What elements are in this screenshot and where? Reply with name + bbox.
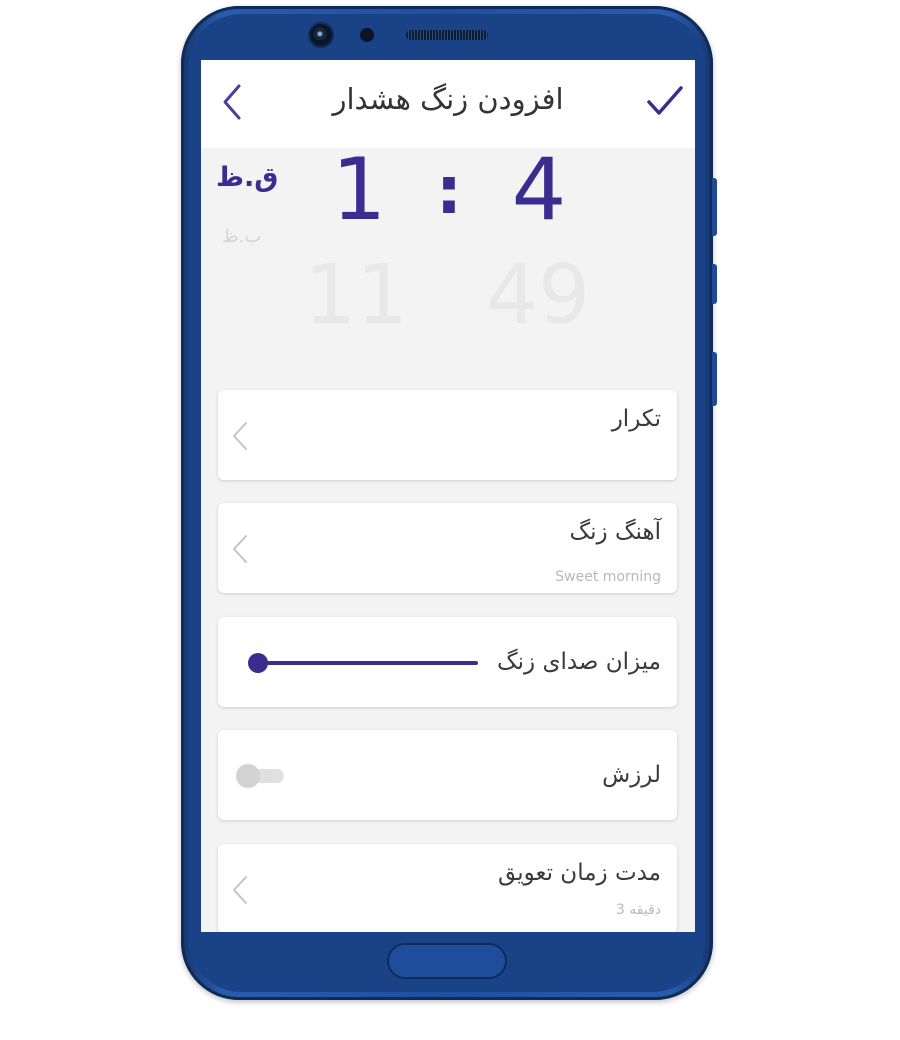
chevron-left-icon [223, 84, 241, 120]
app-header: افزودن زنگ هشدار [201, 60, 695, 148]
minute-selected[interactable]: 4 [499, 140, 579, 240]
slider-track [256, 661, 478, 665]
minute-option[interactable]: 49 [483, 248, 593, 343]
volume-setting: میزان صدای زنگ [218, 617, 677, 707]
chevron-left-icon [233, 535, 247, 563]
volume-button [712, 178, 717, 236]
vibration-toggle[interactable] [236, 764, 284, 788]
time-separator: : [435, 152, 463, 229]
ampm-selected[interactable]: ق.ظ [216, 162, 278, 193]
app-screen: افزودن زنگ هشدار ق.ظ ب.ظ 1 : 4 11 49 تکر… [201, 60, 695, 932]
snooze-label: مدت زمان تعویق [498, 860, 661, 886]
snooze-value: 3 دقیقه [615, 902, 661, 918]
checkmark-icon [647, 86, 683, 115]
confirm-button[interactable] [645, 82, 685, 122]
volume-label: میزان صدای زنگ [497, 649, 661, 675]
toggle-knob [236, 764, 260, 788]
back-button[interactable] [215, 80, 251, 124]
side-button [712, 352, 717, 406]
snooze-setting[interactable]: مدت زمان تعویق 3 دقیقه [218, 844, 677, 932]
vibration-label: لرزش [602, 762, 661, 788]
vibration-setting: لرزش [218, 730, 677, 820]
home-button [387, 943, 507, 979]
hour-option[interactable]: 11 [301, 248, 411, 343]
ringtone-value: Sweet morning [555, 569, 661, 585]
slider-thumb[interactable] [248, 653, 268, 673]
chevron-left-icon [233, 422, 247, 450]
page-title: افزودن زنگ هشدار [332, 82, 564, 116]
repeat-label: تکرار [611, 406, 661, 432]
proximity-sensor [360, 28, 374, 42]
chevron-left-icon [233, 876, 247, 904]
hour-selected[interactable]: 1 [319, 140, 399, 240]
earpiece-speaker [406, 30, 488, 40]
repeat-setting[interactable]: تکرار [218, 390, 677, 480]
ringtone-setting[interactable]: آهنگ زنگ Sweet morning [218, 503, 677, 593]
volume-slider[interactable] [248, 653, 480, 673]
ringtone-label: آهنگ زنگ [569, 519, 661, 545]
front-camera-icon [310, 24, 332, 46]
power-button [712, 264, 717, 304]
ampm-option[interactable]: ب.ظ [222, 226, 261, 247]
